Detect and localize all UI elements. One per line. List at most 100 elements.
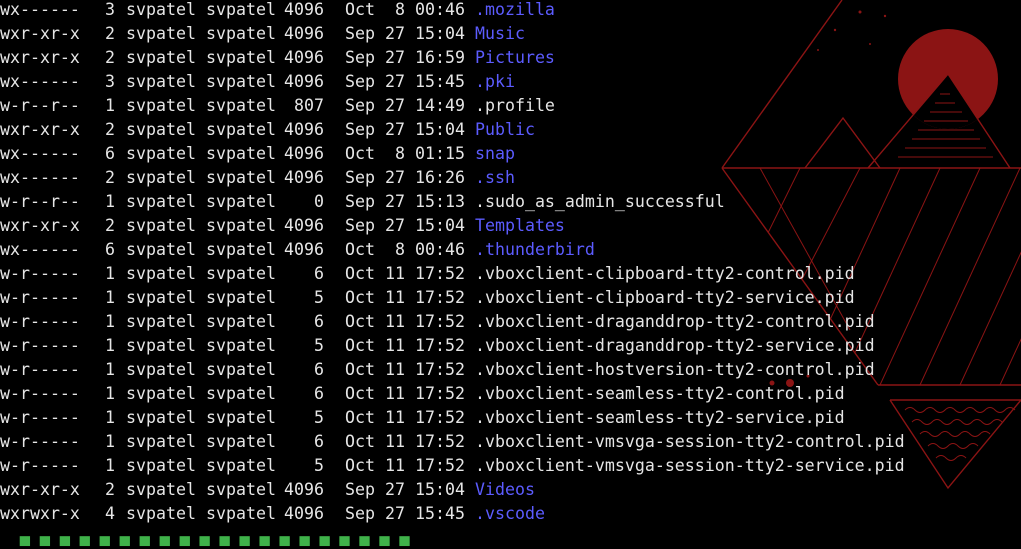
permissions: rw-r----- xyxy=(0,336,80,355)
time: 16:59 xyxy=(415,48,465,67)
owner: svpatel xyxy=(126,456,196,475)
permissions: rw-r----- xyxy=(0,288,80,307)
permissions: rw-r----- xyxy=(0,384,80,403)
time: 17:52 xyxy=(415,432,465,451)
time: 15:04 xyxy=(415,24,465,43)
link-count: 1 xyxy=(105,96,115,115)
file-size: 807 xyxy=(294,96,324,115)
day: 27 xyxy=(385,192,405,211)
owner: svpatel xyxy=(126,48,196,67)
listing-row[interactable]: rwxr-xr-x 2 svpatel svpatel 4096 Sep 27 15:04 Pu… xyxy=(0,118,1021,142)
listing-row[interactable]: rw-r----- 1 svpatel svpatel 6 Oct 11 17:52 .vbox… xyxy=(0,358,1021,382)
month: Oct xyxy=(345,264,375,283)
permissions: rw-r--r-- xyxy=(0,192,80,211)
listing-row[interactable]: rw-r--r-- 1 svpatel svpatel 0 Sep 27 15:13 .sudo… xyxy=(0,190,1021,214)
link-count: 2 xyxy=(105,48,115,67)
link-count: 1 xyxy=(105,384,115,403)
listing-row[interactable]: rwx------ 6 svpatel svpatel 4096 Oct 8 01:15 sna… xyxy=(0,142,1021,166)
time: 17:52 xyxy=(415,312,465,331)
month: Oct xyxy=(345,240,375,259)
listing-row[interactable]: rw-r--r-- 1 svpatel svpatel 807 Sep 27 14:49 .pr… xyxy=(0,94,1021,118)
file-name: Public xyxy=(475,120,535,139)
day: 8 xyxy=(395,240,405,259)
link-count: 6 xyxy=(105,240,115,259)
file-name: .vboxclient-clipboard-tty2-control.pid xyxy=(475,264,855,283)
file-size: 6 xyxy=(314,264,324,283)
listing-row[interactable]: rw-r----- 1 svpatel svpatel 5 Oct 11 17:52 .vbox… xyxy=(0,454,1021,478)
permissions: rw-r----- xyxy=(0,408,80,427)
listing-row[interactable]: rw-r----- 1 svpatel svpatel 6 Oct 11 17:52 .vbox… xyxy=(0,262,1021,286)
listing-row[interactable]: rw-r----- 1 svpatel svpatel 6 Oct 11 17:52 .vbox… xyxy=(0,382,1021,406)
listing-row[interactable]: rwxr-xr-x 2 svpatel svpatel 4096 Sep 27 15:04 Te… xyxy=(0,214,1021,238)
group: svpatel xyxy=(206,288,276,307)
time: 17:52 xyxy=(415,360,465,379)
terminal-output[interactable]: rwx------ 3 svpatel svpatel 4096 Oct 8 00:46 .mo… xyxy=(0,0,1021,533)
owner: svpatel xyxy=(126,264,196,283)
file-size: 5 xyxy=(314,456,324,475)
group: svpatel xyxy=(206,504,276,523)
listing-row[interactable]: rw-r----- 1 svpatel svpatel 5 Oct 11 17:52 .vbox… xyxy=(0,406,1021,430)
time: 00:46 xyxy=(415,0,465,19)
file-name: .ssh xyxy=(475,168,515,187)
listing-row[interactable]: rwxrwxr-x 4 svpatel svpatel 4096 Sep 27 15:45 .v… xyxy=(0,502,1021,526)
link-count: 2 xyxy=(105,480,115,499)
listing-row[interactable]: rwx------ 3 svpatel svpatel 4096 Sep 27 15:45 .p… xyxy=(0,70,1021,94)
month: Sep xyxy=(345,480,375,499)
month: Oct xyxy=(345,456,375,475)
file-size: 4096 xyxy=(284,72,324,91)
month: Oct xyxy=(345,144,375,163)
link-count: 3 xyxy=(105,72,115,91)
time: 14:49 xyxy=(415,96,465,115)
listing-row[interactable]: rw-r----- 1 svpatel svpatel 5 Oct 11 17:52 .vbox… xyxy=(0,334,1021,358)
time: 15:04 xyxy=(415,480,465,499)
month: Oct xyxy=(345,312,375,331)
listing-row[interactable]: rw-r----- 1 svpatel svpatel 5 Oct 11 17:52 .vbox… xyxy=(0,286,1021,310)
listing-row[interactable]: rwxr-xr-x 2 svpatel svpatel 4096 Sep 27 16:59 Pi… xyxy=(0,46,1021,70)
group: svpatel xyxy=(206,480,276,499)
group: svpatel xyxy=(206,24,276,43)
listing-row[interactable]: rw-r----- 1 svpatel svpatel 6 Oct 11 17:52 .vbox… xyxy=(0,310,1021,334)
time: 15:45 xyxy=(415,72,465,91)
link-count: 2 xyxy=(105,24,115,43)
owner: svpatel xyxy=(126,432,196,451)
file-size: 4096 xyxy=(284,0,324,19)
permissions: rwxr-xr-x xyxy=(0,216,80,235)
link-count: 1 xyxy=(105,312,115,331)
group: svpatel xyxy=(206,192,276,211)
file-name: Music xyxy=(475,24,525,43)
link-count: 1 xyxy=(105,432,115,451)
listing-row[interactable]: rwxr-xr-x 2 svpatel svpatel 4096 Sep 27 15:04 Mu… xyxy=(0,22,1021,46)
file-size: 5 xyxy=(314,288,324,307)
day: 11 xyxy=(385,336,405,355)
permissions: rwx------ xyxy=(0,0,80,19)
day: 11 xyxy=(385,456,405,475)
day: 8 xyxy=(395,0,405,19)
group: svpatel xyxy=(206,168,276,187)
month: Sep xyxy=(345,48,375,67)
link-count: 1 xyxy=(105,264,115,283)
day: 27 xyxy=(385,24,405,43)
group: svpatel xyxy=(206,0,276,19)
day: 27 xyxy=(385,120,405,139)
owner: svpatel xyxy=(126,336,196,355)
group: svpatel xyxy=(206,96,276,115)
file-name: .vscode xyxy=(475,504,545,523)
time: 01:15 xyxy=(415,144,465,163)
link-count: 1 xyxy=(105,456,115,475)
listing-row[interactable]: rw-r----- 1 svpatel svpatel 6 Oct 11 17:52 .vbox… xyxy=(0,430,1021,454)
day: 27 xyxy=(385,72,405,91)
owner: svpatel xyxy=(126,408,196,427)
group: svpatel xyxy=(206,312,276,331)
month: Sep xyxy=(345,192,375,211)
listing-row[interactable]: rwx------ 6 svpatel svpatel 4096 Oct 8 00:46 .th… xyxy=(0,238,1021,262)
link-count: 2 xyxy=(105,120,115,139)
listing-row[interactable]: rwx------ 2 svpatel svpatel 4096 Sep 27 16:26 .s… xyxy=(0,166,1021,190)
owner: svpatel xyxy=(126,288,196,307)
file-name: .pki xyxy=(475,72,515,91)
owner: svpatel xyxy=(126,144,196,163)
permissions: rw-r----- xyxy=(0,312,80,331)
listing-row[interactable]: rwx------ 3 svpatel svpatel 4096 Oct 8 00:46 .mo… xyxy=(0,0,1021,22)
day: 27 xyxy=(385,216,405,235)
file-size: 6 xyxy=(314,432,324,451)
listing-row[interactable]: rwxr-xr-x 2 svpatel svpatel 4096 Sep 27 15:04 Vi… xyxy=(0,478,1021,502)
